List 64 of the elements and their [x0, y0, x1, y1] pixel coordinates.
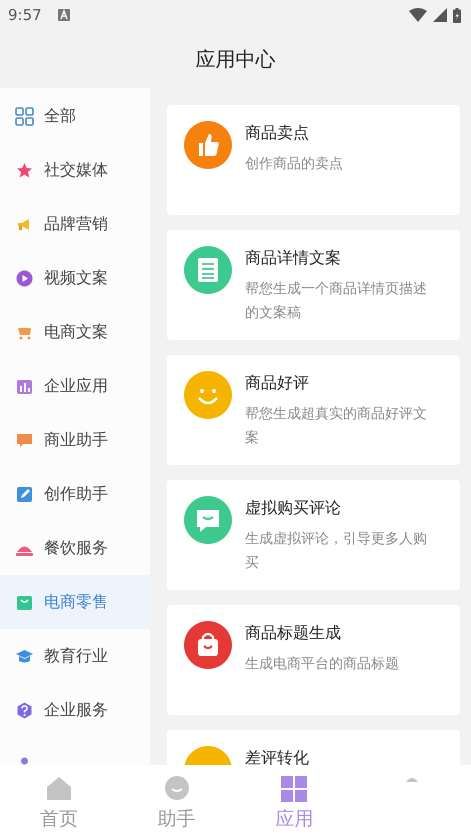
status-time: 9:57 — [8, 6, 42, 24]
category-label: 创作助手 — [44, 484, 108, 504]
home-icon — [46, 776, 72, 802]
thumbs-up-icon — [184, 121, 232, 169]
app-card[interactable]: 商品卖点 创作商品的卖点 — [167, 105, 460, 215]
battery-icon — [453, 8, 461, 22]
wifi-icon — [409, 8, 427, 22]
question-icon — [15, 700, 34, 720]
profile-icon — [406, 776, 418, 782]
app-card[interactable]: 商品详情文案 帮您生成一个商品详情页描述的文案稿 — [167, 230, 460, 340]
chat-icon — [164, 776, 190, 802]
category-item[interactable]: 教育行业 — [0, 629, 150, 683]
category-label: 教育行业 — [44, 646, 108, 666]
smiley-icon — [184, 371, 232, 419]
category-item[interactable]: 视频文案 — [0, 251, 150, 305]
category-label: 品牌营销 — [44, 214, 108, 234]
app-card[interactable]: 商品标题生成 生成电商平台的商品标题 — [167, 605, 460, 715]
category-label: 餐饮服务 — [44, 538, 108, 558]
app-description: 生成电商平台的商品标题 — [245, 655, 400, 674]
apps-icon — [281, 776, 308, 802]
play-icon — [15, 268, 34, 288]
app-card[interactable]: 虚拟购买评论 生成虚拟评论，引导更多人购买 — [167, 480, 460, 590]
app-title: 商品详情文案 — [245, 248, 342, 269]
category-item[interactable]: 社交媒体 — [0, 143, 150, 197]
notification-icon — [58, 9, 70, 21]
app-title: 商品卖点 — [245, 123, 310, 144]
signal-icon — [433, 8, 447, 22]
category-label: 电商文案 — [44, 322, 108, 342]
category-item[interactable]: 企业服务 — [0, 683, 150, 737]
speech-bubble-icon — [184, 496, 232, 544]
category-item[interactable]: 电商零售 — [0, 575, 150, 629]
category-item[interactable]: 企业应用 — [0, 359, 150, 413]
shopping-bag-icon — [184, 621, 232, 669]
category-item[interactable]: 全部 — [0, 89, 150, 143]
category-label: 企业服务 — [44, 700, 108, 720]
category-item[interactable]: 电商文案 — [0, 305, 150, 359]
page-title: 应用中心 — [196, 46, 276, 72]
category-label: 企业应用 — [44, 376, 108, 396]
category-item[interactable]: 餐饮服务 — [0, 521, 150, 575]
category-label: 商业助手 — [44, 430, 108, 450]
document-icon — [184, 246, 232, 294]
category-item[interactable]: 创作助手 — [0, 467, 150, 521]
app-card[interactable]: 差评转化 — [167, 730, 460, 765]
tab-label: 首页 — [40, 807, 78, 832]
app-description: 生成虚拟评论，引导更多人购买 — [245, 530, 428, 573]
star-icon — [15, 160, 34, 180]
category-label: 视频文案 — [44, 268, 108, 288]
category-label: 社交媒体 — [44, 160, 108, 180]
app-description: 创作商品的卖点 — [245, 155, 344, 174]
grid-icon — [15, 106, 34, 126]
edit-icon — [15, 484, 34, 504]
category-label: 全部 — [44, 106, 76, 126]
tab-label: 助手 — [158, 807, 196, 832]
app-title: 虚拟购买评论 — [245, 498, 342, 519]
app-title: 差评转化 — [245, 748, 309, 765]
category-item[interactable]: 品牌营销 — [0, 197, 150, 251]
tab-label: 应用 — [275, 807, 314, 832]
app-title: 商品标题生成 — [245, 623, 342, 644]
category-item[interactable]: 商业助手 — [0, 413, 150, 467]
app-title: 商品好评 — [245, 373, 310, 394]
app-card[interactable]: 商品好评 帮您生成超真实的商品好评文案 — [167, 355, 460, 465]
app-description: 帮您生成超真实的商品好评文案 — [245, 405, 428, 448]
category-label: 电商零售 — [44, 592, 108, 612]
app-description: 帮您生成一个商品详情页描述的文案稿 — [245, 280, 428, 323]
